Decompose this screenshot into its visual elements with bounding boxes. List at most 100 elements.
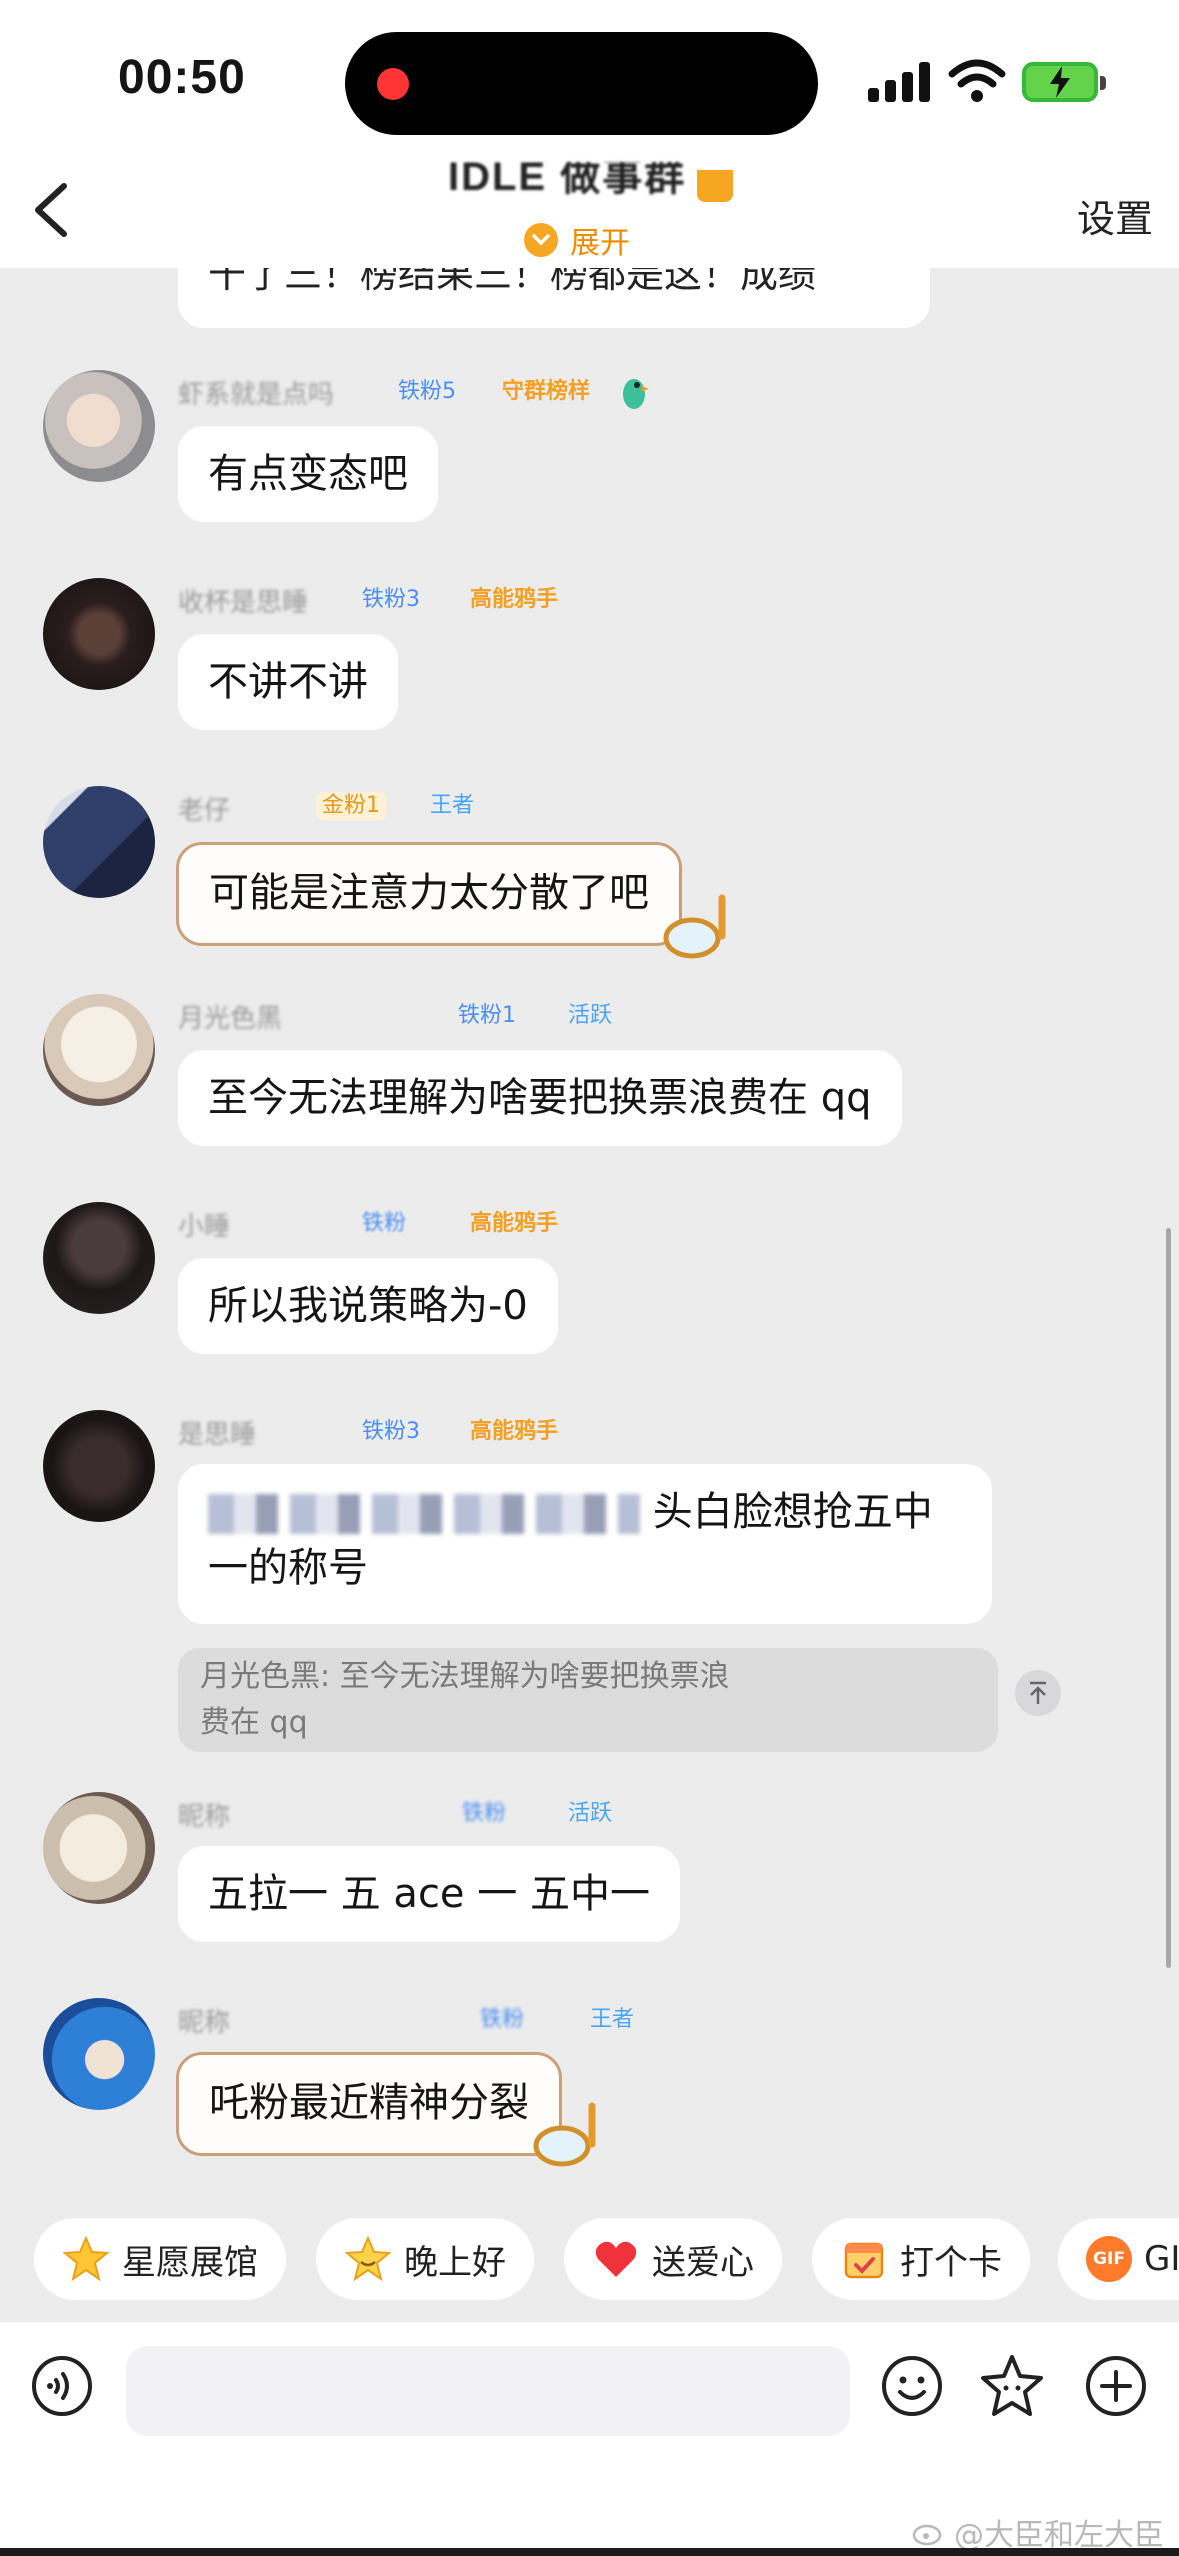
- jump-to-quote-button[interactable]: [1015, 1670, 1061, 1716]
- avatar[interactable]: [43, 578, 155, 690]
- settings-button[interactable]: 设置: [1077, 188, 1153, 243]
- message-bubble[interactable]: 头白脸想抢五中 一的称号: [178, 1464, 992, 1624]
- message-bubble[interactable]: 吒粉最近精神分裂: [176, 2052, 562, 2156]
- title-badge: 活跃: [568, 1801, 613, 1826]
- scrollbar[interactable]: [1166, 1228, 1171, 1968]
- group-title[interactable]: IDLE 做事群: [448, 162, 686, 202]
- message-bubble[interactable]: 干了三！榜结果三！榜都是这！成绩: [178, 268, 930, 328]
- avatar[interactable]: [43, 1998, 155, 2110]
- reply-quote[interactable]: 月光色黑: 至今无法理解为啥要把换票浪 费在 qq: [178, 1648, 998, 1752]
- message-text: 干了三！榜结果三！榜都是这！成绩: [208, 268, 817, 296]
- expand-label: 展开: [570, 226, 630, 261]
- sender-nickname: 小睡: [178, 1212, 231, 1242]
- recording-indicator: [377, 68, 409, 100]
- sender-nickname: 虾系就是点吗: [178, 380, 335, 410]
- fan-badge: 铁粉: [462, 1801, 507, 1826]
- star-icon[interactable]: [978, 2352, 1046, 2420]
- sender-nickname: 昵称: [178, 1802, 231, 1832]
- message-text: 吒粉最近精神分裂: [209, 2080, 529, 2126]
- group-level-badge: [697, 170, 733, 202]
- sender-nickname: 昵称: [178, 2008, 231, 2038]
- message-text: 所以我说策略为-0: [208, 1283, 528, 1329]
- chat-header: IDLE 做事群 展开 设置: [0, 150, 1179, 268]
- chip-label: GIF: [1144, 2239, 1179, 2279]
- sender-nickname: 老仔: [178, 796, 231, 826]
- message-bubble[interactable]: 可能是注意力太分散了吧: [176, 842, 682, 946]
- title-badge: 高能鸦手: [470, 1419, 559, 1444]
- cellular-signal-icon: [868, 62, 932, 102]
- parrot-icon: [623, 379, 649, 409]
- chip-label: 打个卡: [900, 2242, 1002, 2283]
- quick-reply-bar: 星愿展馆 晚上好 送爱心 打个卡 GIF GIF: [0, 2198, 1179, 2322]
- gif-icon: GIF: [1086, 2236, 1132, 2282]
- fan-badge: 铁粉3: [362, 587, 420, 612]
- quick-reply-chip[interactable]: GIF GIF: [1058, 2218, 1179, 2300]
- arrow-up-icon: [1030, 1681, 1046, 1704]
- message-bubble[interactable]: 不讲不讲: [178, 634, 398, 730]
- emoji-icon[interactable]: [880, 2354, 944, 2418]
- quote-text: 费在 qq: [200, 1705, 308, 1740]
- fan-badge: 铁粉5: [398, 379, 456, 404]
- message-bubble[interactable]: 有点变态吧: [178, 426, 438, 522]
- chip-label: 晚上好: [404, 2242, 506, 2283]
- message-bubble[interactable]: 五拉一 五 ace 一 五中一: [178, 1846, 680, 1942]
- plus-icon[interactable]: [1084, 2354, 1148, 2418]
- title-badge: 高能鸦手: [470, 1211, 559, 1236]
- message-text: 可能是注意力太分散了吧: [209, 870, 649, 916]
- avatar[interactable]: [43, 1202, 155, 1314]
- status-bar: 00:50: [0, 0, 1179, 150]
- title-badge: 守群榜样: [502, 379, 591, 404]
- avatar[interactable]: [43, 786, 155, 898]
- voice-icon[interactable]: [30, 2354, 94, 2418]
- expand-button[interactable]: 展开: [524, 218, 630, 262]
- chip-label: 送爱心: [652, 2242, 754, 2283]
- message-text: 有点变态吧: [208, 451, 408, 497]
- gold-fan-badge: 金粉1: [316, 792, 386, 820]
- snorkel-mask-icon: [663, 894, 726, 959]
- sender-nickname: 月光色黑: [178, 1004, 283, 1034]
- chevron-down-icon: [524, 223, 558, 257]
- avatar[interactable]: [43, 1410, 155, 1522]
- sender-nickname: 收杯是思睡: [178, 588, 309, 618]
- chat-area[interactable]: 干了三！榜结果三！榜都是这！成绩 虾系就是点吗 铁粉5 守群榜样 有点变态吧 收…: [0, 268, 1179, 2198]
- wifi-icon: [948, 59, 1006, 102]
- message-text: 不讲不讲: [208, 659, 368, 705]
- dynamic-island: [345, 32, 818, 135]
- title-badge: 王者: [430, 793, 475, 818]
- message-text: 五拉一 五 ace 一 五中一: [208, 1871, 650, 1917]
- calendar-check-icon: [844, 2242, 884, 2279]
- chip-label: 星愿展馆: [122, 2242, 258, 2283]
- fan-badge: 铁粉1: [458, 1003, 516, 1028]
- fan-badge: 铁粉3: [362, 1419, 420, 1444]
- weibo-logo-icon: [912, 2524, 942, 2546]
- fan-badge: 铁粉: [480, 2007, 525, 2032]
- heart-icon: [595, 2241, 637, 2277]
- sender-nickname: 是思睡: [178, 1420, 257, 1450]
- back-chevron-icon[interactable]: [24, 178, 80, 242]
- status-time: 00:50: [118, 51, 246, 104]
- star-face-icon: [62, 2235, 110, 2282]
- quote-text: 月光色黑: 至今无法理解为啥要把换票浪: [200, 1659, 730, 1694]
- title-badge: 活跃: [568, 1003, 613, 1028]
- quick-reply-chip[interactable]: 打个卡: [812, 2218, 1030, 2300]
- quick-reply-chip[interactable]: 星愿展馆: [34, 2218, 286, 2300]
- bottom-edge: [0, 2548, 1179, 2556]
- fan-badge: 铁粉: [362, 1211, 407, 1236]
- avatar[interactable]: [43, 994, 155, 1106]
- message-bubble[interactable]: 所以我说策略为-0: [178, 1258, 558, 1354]
- avatar[interactable]: [43, 1792, 155, 1904]
- star-smile-icon: [344, 2235, 392, 2282]
- quick-reply-chip[interactable]: 晚上好: [316, 2218, 534, 2300]
- title-badge: 高能鸦手: [470, 587, 559, 612]
- redacted-text: [208, 1494, 640, 1534]
- snorkel-mask-icon: [533, 2102, 596, 2167]
- avatar[interactable]: [43, 370, 155, 482]
- message-text: 头白脸想抢五中: [652, 1489, 933, 1535]
- quick-reply-chip[interactable]: 送爱心: [564, 2218, 782, 2300]
- message-text: 一的称号: [208, 1545, 368, 1591]
- message-text: 至今无法理解为啥要把换票浪费在 qq: [208, 1075, 872, 1121]
- battery-charging-icon: [1022, 62, 1106, 102]
- message-input[interactable]: [126, 2346, 850, 2436]
- message-bubble[interactable]: 至今无法理解为啥要把换票浪费在 qq: [178, 1050, 902, 1146]
- title-badge: 王者: [590, 2007, 635, 2032]
